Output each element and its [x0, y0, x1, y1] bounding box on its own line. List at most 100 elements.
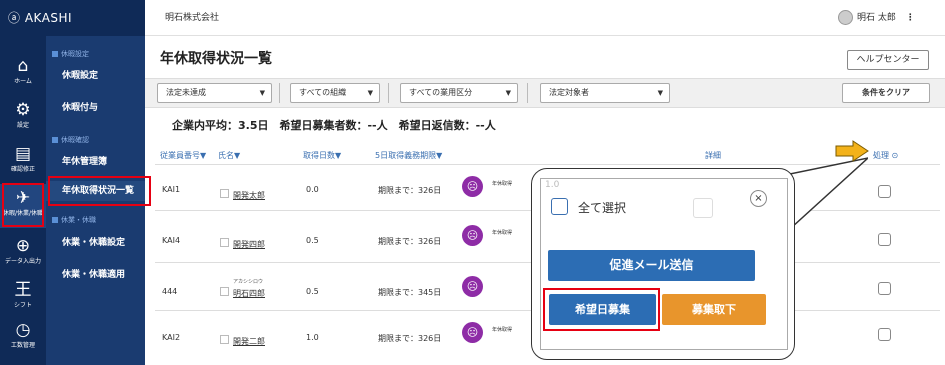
row-days: 0.5 [306, 287, 319, 296]
row-employee-id: KAI4 [162, 236, 181, 245]
filter-employment-select[interactable]: すべての業用区分 ▼ [400, 83, 518, 103]
row-name[interactable]: 開発太郎 [220, 189, 265, 201]
section-leave-settings: 休暇設定 [52, 49, 89, 59]
select-value: すべての組織 [299, 88, 347, 97]
row-name[interactable]: 明石四郎 [220, 287, 265, 299]
col-action-label: 処理 [873, 151, 889, 160]
recruit-button-highlight [543, 288, 660, 331]
divider [279, 83, 280, 103]
rail-item-shift[interactable]: 王 シフト [0, 276, 46, 320]
col-name[interactable]: 氏名▼ [218, 150, 240, 161]
rail-label-settings: 設定 [16, 122, 29, 129]
sub-item-label: 休業・休職適用 [62, 270, 126, 280]
rail-label-confirm: 確認修正 [10, 166, 35, 173]
doc-icon [220, 287, 229, 296]
row-employee-id: 444 [162, 287, 178, 296]
sub-item-leave-register[interactable]: 年休管理簿 [46, 152, 145, 172]
rail-item-manhour[interactable]: ◷ 工数管理 [0, 316, 46, 360]
section-bullet-icon [52, 51, 58, 57]
sub-item-label: 年休管理簿 [62, 157, 108, 167]
row-name[interactable]: 開発四郎 [220, 238, 265, 250]
row-note: 年休取得 [492, 230, 513, 236]
rail-item-data[interactable]: ⊕ データ入出力 [0, 232, 46, 276]
sub-item-label: 休暇付与 [62, 103, 99, 113]
filter-achievement-select[interactable]: 法定未達成 ▼ [157, 83, 272, 103]
user-menu[interactable]: 明石 太郎 ⋮ [838, 0, 915, 36]
gear-icon: ⚙ [15, 100, 31, 120]
sad-face-icon: ☹ [462, 276, 483, 297]
select-value: すべての業用区分 [409, 88, 473, 97]
clipboard-icon: ▤ [14, 144, 32, 164]
select-value: 法定対象者 [549, 88, 589, 97]
filter-organization-select[interactable]: すべての組織 ▼ [290, 83, 380, 103]
user-name: 明石 太郎 [857, 13, 896, 23]
sub-item-absence-apply[interactable]: 休業・休職適用 [46, 265, 145, 285]
divider [527, 83, 528, 103]
chevron-down-circle-icon: ⊙ [891, 151, 899, 160]
col-deadline[interactable]: 5日取得義務期限▼ [375, 150, 442, 161]
row-checkbox[interactable] [878, 282, 891, 295]
sub-item-highlight [48, 176, 151, 206]
row-days: 0.0 [306, 185, 319, 194]
row-checkbox[interactable] [878, 233, 891, 246]
section-absence: 休業・休職 [52, 215, 96, 225]
row-deadline: 期限まで：326日 [378, 334, 442, 343]
rail-item-confirm[interactable]: ▤ 確認修正 [0, 140, 46, 184]
rail-label-home: ホーム [14, 78, 32, 85]
doc-icon [220, 238, 229, 247]
col-employee-id[interactable]: 従業員番号▼ [160, 150, 206, 161]
row-name-link[interactable]: 開発太郎 [233, 191, 265, 200]
row-name-link[interactable]: 明石四郎 [233, 289, 265, 298]
summary-stats: 企業内平均：3.5日 希望日募集者数：--人 希望日返信数：--人 [172, 119, 496, 132]
send-promotion-mail-button[interactable]: 促進メール送信 [548, 250, 755, 281]
clock-icon: ◷ [15, 320, 31, 340]
section-label: 休業・休職 [61, 216, 96, 224]
sub-item-leave-grant[interactable]: 休暇付与 [46, 98, 145, 118]
row-deadline: 期限まで：326日 [378, 186, 442, 195]
panel-background-text: 1.0 [545, 180, 560, 190]
clear-conditions-button[interactable]: 条件をクリア [842, 83, 930, 103]
shift-icon: 王 [14, 280, 32, 300]
caret-down-icon: ▼ [367, 89, 373, 97]
col-detail: 詳細 [705, 151, 721, 160]
sub-item-leave-settings[interactable]: 休暇設定 [46, 66, 145, 86]
section-leave-confirm: 休暇確認 [52, 135, 89, 145]
row-note: 年休取得 [492, 327, 513, 333]
row-name[interactable]: 開発二郎 [220, 335, 265, 347]
kebab-menu-icon[interactable]: ⋮ [906, 13, 915, 23]
brand-logo[interactable]: ⓐ AKASHI [0, 0, 145, 36]
row-name-link[interactable]: 開発四郎 [233, 240, 265, 249]
col-action[interactable]: 処理 ⊙ [873, 150, 898, 161]
row-name-link[interactable]: 開発二郎 [233, 337, 265, 346]
select-all-checkbox[interactable] [551, 198, 568, 215]
download-icon: ⊕ [15, 236, 31, 256]
sub-item-label: 休業・休職設定 [62, 238, 126, 248]
caret-down-icon: ▼ [259, 89, 265, 97]
top-bar [145, 0, 945, 36]
row-checkbox[interactable] [878, 328, 891, 341]
doc-icon [220, 189, 229, 198]
row-deadline: 期限まで：345日 [378, 288, 442, 297]
sub-item-label: 休暇設定 [62, 71, 99, 81]
row-checkbox[interactable] [878, 185, 891, 198]
row-note: 年休取得 [492, 181, 513, 187]
brand-name: AKASHI [24, 11, 73, 25]
withdraw-recruitment-button[interactable]: 募集取下 [662, 294, 766, 325]
rail-item-settings[interactable]: ⚙ 設定 [0, 96, 46, 140]
col-days-taken[interactable]: 取得日数▼ [303, 150, 341, 161]
rail-item-home[interactable]: ⌂ ホーム [0, 52, 46, 96]
row-deadline: 期限まで：326日 [378, 237, 442, 246]
row-days: 0.5 [306, 236, 319, 245]
rail-leave-highlight [2, 183, 44, 227]
home-icon: ⌂ [17, 56, 29, 76]
filter-target-select[interactable]: 法定対象者 ▼ [540, 83, 670, 103]
help-center-button[interactable]: ヘルプセンター [847, 50, 929, 70]
select-value: 法定未達成 [166, 88, 206, 97]
select-all-label[interactable]: 全て選択 [578, 199, 626, 216]
sad-face-icon: ☹ [462, 176, 483, 197]
section-label: 休暇確認 [61, 136, 89, 144]
sad-face-icon: ☹ [462, 225, 483, 246]
close-icon[interactable]: × [750, 190, 767, 207]
sub-item-absence-settings[interactable]: 休業・休職設定 [46, 233, 145, 253]
rail-label-shift: シフト [13, 302, 32, 309]
